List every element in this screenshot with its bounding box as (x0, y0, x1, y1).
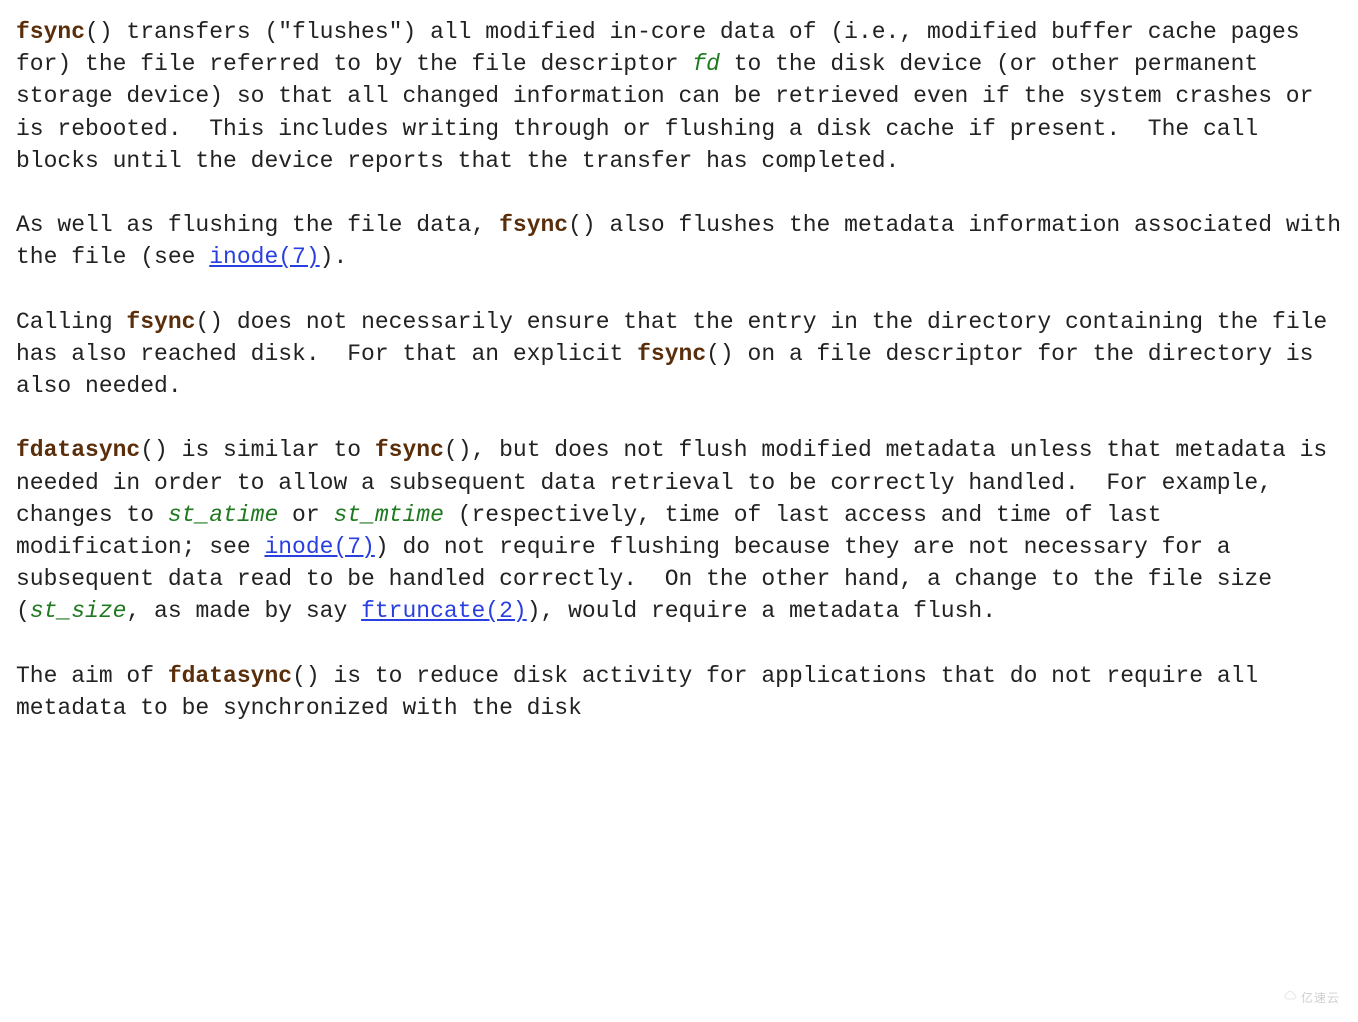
func-fsync: fsync (375, 437, 444, 463)
text: () is similar to (140, 437, 375, 463)
text: ), would require a metadata flush. (527, 598, 996, 624)
struct-st-size: st_size (30, 598, 127, 624)
struct-st-mtime: st_mtime (333, 502, 443, 528)
text: ). (320, 244, 348, 270)
struct-st-atime: st_atime (168, 502, 278, 528)
text: Calling (16, 309, 126, 335)
link-ftruncate-2[interactable]: ftruncate(2) (361, 598, 527, 624)
link-inode-7[interactable]: inode(7) (264, 534, 374, 560)
func-fdatasync: fdatasync (16, 437, 140, 463)
func-fsync: fsync (126, 309, 195, 335)
text: , as made by say (126, 598, 361, 624)
func-fdatasync: fdatasync (168, 663, 292, 689)
func-fsync: fsync (16, 19, 85, 45)
func-fsync: fsync (499, 212, 568, 238)
text: As well as flushing the file data, (16, 212, 499, 238)
manpage-body: fsync() transfers ("flushes") all modifi… (16, 16, 1342, 724)
link-inode-7[interactable]: inode(7) (209, 244, 319, 270)
watermark-text: 亿速云 (1301, 990, 1340, 1007)
arg-fd: fd (692, 51, 720, 77)
watermark: 亿速云 (1283, 989, 1340, 1008)
text: or (278, 502, 333, 528)
text: The aim of (16, 663, 168, 689)
func-fsync: fsync (637, 341, 706, 367)
cloud-icon (1283, 989, 1297, 1008)
